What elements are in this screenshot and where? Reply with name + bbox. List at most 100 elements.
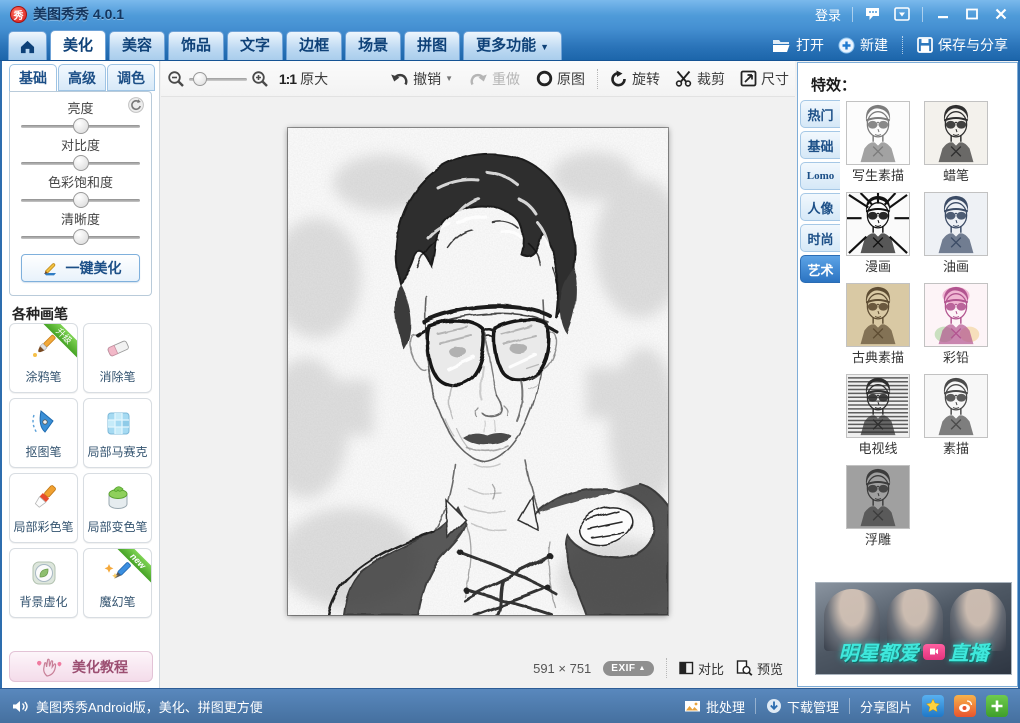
undo-dropdown-caret[interactable]: ▼: [445, 74, 453, 83]
preview-button[interactable]: 预览: [736, 659, 783, 678]
paint-bucket-icon: [101, 481, 135, 515]
category-basic[interactable]: 基础: [800, 131, 840, 159]
magic-pen-button[interactable]: 魔幻笔 new: [83, 548, 152, 618]
compare-button[interactable]: 对比: [679, 659, 724, 678]
caret-up-icon: ▲: [639, 665, 646, 672]
zoom-slider-thumb[interactable]: [193, 72, 207, 86]
download-manager-button[interactable]: 下载管理: [766, 697, 839, 716]
category-hot[interactable]: 热门: [800, 100, 840, 128]
new-button[interactable]: 新建: [838, 35, 888, 55]
resize-button[interactable]: 尺寸: [740, 69, 789, 89]
one-key-beautify-button[interactable]: 一键美化: [21, 254, 140, 282]
nav-tab-beautify[interactable]: 美化: [50, 30, 106, 60]
close-button[interactable]: [992, 5, 1010, 23]
feedback-icon[interactable]: [864, 5, 882, 23]
zoom-ratio-button[interactable]: 1:1: [279, 71, 296, 87]
tab-basic[interactable]: 基础: [9, 64, 57, 92]
add-app-icon[interactable]: [986, 695, 1008, 717]
flat-brush-icon: [27, 481, 61, 515]
category-art[interactable]: 艺术: [800, 255, 840, 283]
image-info-row: 591 × 751 EXIF▲ 对比 预览: [533, 658, 783, 678]
category-fashion[interactable]: 时尚: [800, 224, 840, 252]
zoom-in-icon[interactable]: [251, 70, 269, 88]
save-share-button[interactable]: 保存与分享: [917, 35, 1008, 55]
undo-button[interactable]: 撤销 ▼: [390, 69, 453, 89]
nav-separator: [902, 36, 903, 54]
nav-tab-more[interactable]: 更多功能▼: [463, 31, 562, 60]
effect-oil-painting[interactable]: 油画: [924, 192, 988, 274]
background-blur-button[interactable]: 背景虚化: [9, 548, 78, 618]
sharpness-label: 清晰度: [19, 212, 142, 228]
sharpness-group: 清晰度: [19, 212, 142, 247]
nav-tab-frame[interactable]: 边框: [286, 31, 342, 60]
effect-sketch[interactable]: 素描: [924, 374, 988, 456]
reset-icon[interactable]: [128, 97, 144, 118]
category-portrait[interactable]: 人像: [800, 193, 840, 221]
open-button[interactable]: 打开: [772, 35, 824, 55]
category-lomo[interactable]: Lomo: [800, 162, 840, 190]
login-link[interactable]: 登录: [815, 5, 841, 24]
nav-tab-home[interactable]: [8, 31, 47, 60]
slider-thumb[interactable]: [73, 155, 89, 171]
home-icon: [19, 39, 36, 54]
contrast-label: 对比度: [19, 138, 142, 154]
brushes-header: 各种画笔: [12, 304, 68, 324]
skin-switch-icon[interactable]: [893, 5, 911, 23]
main-nav: 美化 美容 饰品 文字 边框 场景 拼图 更多功能▼ 打开 新建 保存与分享: [0, 28, 1020, 61]
share-images-button[interactable]: 分享图片: [860, 697, 912, 716]
brightness-slider[interactable]: [21, 117, 140, 136]
statusbar-separator: [755, 698, 756, 714]
tutorial-button[interactable]: 美化教程: [9, 651, 153, 682]
tab-tone[interactable]: 调色: [107, 64, 155, 91]
nav-tab-cosmetic[interactable]: 美容: [109, 31, 165, 60]
cutout-pen-button[interactable]: 抠图笔: [9, 398, 78, 468]
batch-process-button[interactable]: 批处理: [684, 697, 745, 716]
local-recolor-pen-button[interactable]: 局部变色笔: [83, 473, 152, 543]
saturation-label: 色彩饱和度: [19, 175, 142, 191]
slider-thumb[interactable]: [73, 229, 89, 245]
doodle-pen-button[interactable]: 涂鸦笔 升级: [9, 323, 78, 393]
exif-badge[interactable]: EXIF▲: [603, 661, 654, 676]
local-mosaic-button[interactable]: 局部马赛克: [83, 398, 152, 468]
canvas-toolbar: 1:1 原大 撤销 ▼ 重做 原图 旋转: [161, 61, 795, 97]
effect-classical-sketch[interactable]: 古典素描: [846, 283, 910, 365]
local-color-pen-button[interactable]: 局部彩色笔: [9, 473, 78, 543]
saturation-slider[interactable]: [21, 191, 140, 210]
adjust-panel: 基础 高级 调色 亮度 对比度 色彩饱和度: [2, 61, 160, 688]
weibo-icon[interactable]: [954, 695, 976, 717]
crop-button[interactable]: 裁剪: [675, 69, 725, 89]
sharpness-slider[interactable]: [21, 228, 140, 247]
zoom-out-icon[interactable]: [167, 70, 185, 88]
titlebar-separator: [922, 7, 923, 22]
effect-colored-pencil[interactable]: 彩铅: [924, 283, 988, 365]
slider-thumb[interactable]: [73, 192, 89, 208]
nav-tab-scene[interactable]: 场景: [345, 31, 401, 60]
redo-button[interactable]: 重做: [469, 69, 520, 89]
rotate-button[interactable]: 旋转: [610, 69, 660, 89]
effects-header: 特效：: [811, 74, 856, 95]
eraser-pen-button[interactable]: 消除笔: [83, 323, 152, 393]
view-original-button[interactable]: 原图: [536, 69, 585, 89]
contrast-slider[interactable]: [21, 154, 140, 173]
minimize-button[interactable]: [934, 5, 952, 23]
sliders-box: 亮度 对比度 色彩饱和度 清晰度 一键美化: [9, 91, 152, 296]
ad-banner[interactable]: 明星都爱 直播: [815, 582, 1012, 675]
zoom-original-button[interactable]: 原大: [300, 69, 328, 89]
maximize-button[interactable]: [963, 5, 981, 23]
effect-crayon[interactable]: 蜡笔: [924, 101, 988, 183]
effect-sketch-drawing[interactable]: 写生素描: [846, 101, 910, 183]
video-play-icon: [923, 644, 945, 660]
effects-grid: 写生素描 蜡笔 漫画 油画 古典素描: [846, 101, 1006, 556]
circle-icon: [536, 70, 553, 87]
effect-tv-lines[interactable]: 电视线: [846, 374, 910, 456]
effect-emboss[interactable]: 浮雕: [846, 465, 910, 547]
qzone-icon[interactable]: [922, 695, 944, 717]
nav-tab-text[interactable]: 文字: [227, 31, 283, 60]
nav-tab-collage[interactable]: 拼图: [404, 31, 460, 60]
image-dimensions: 591 × 751: [533, 661, 591, 676]
slider-thumb[interactable]: [73, 118, 89, 134]
nav-tab-decorate[interactable]: 饰品: [168, 31, 224, 60]
effect-manga[interactable]: 漫画: [846, 192, 910, 274]
tab-advanced[interactable]: 高级: [58, 64, 106, 91]
zoom-slider[interactable]: [189, 71, 247, 87]
